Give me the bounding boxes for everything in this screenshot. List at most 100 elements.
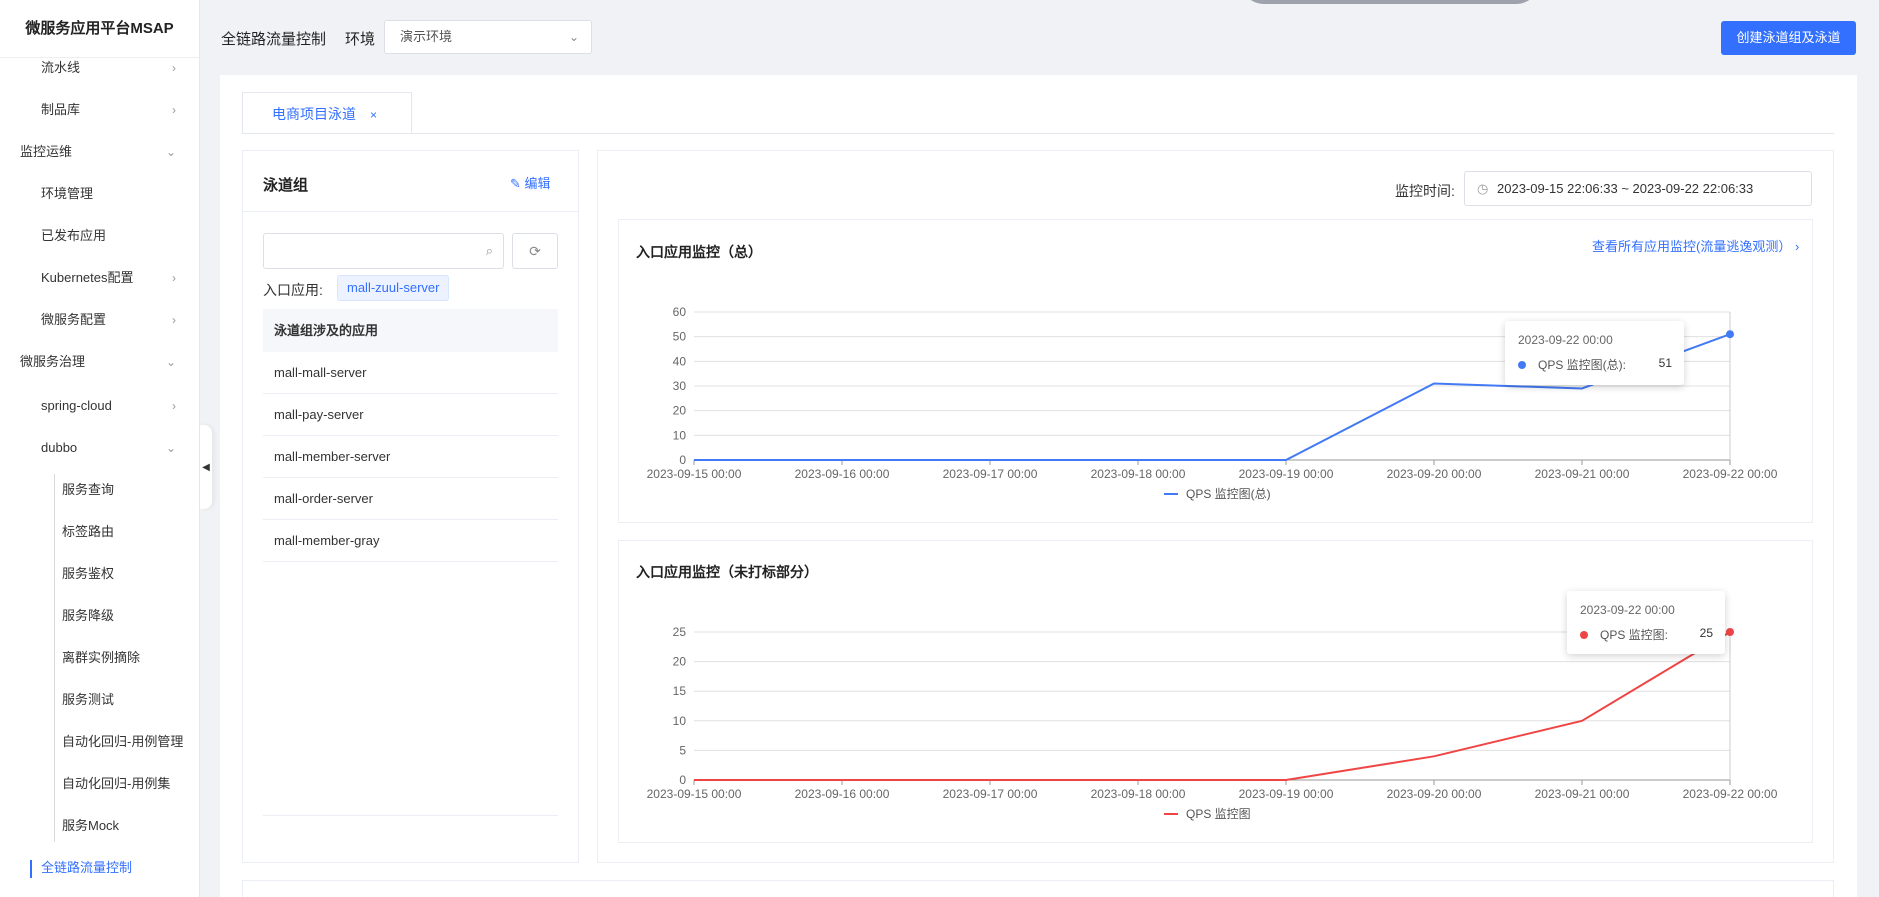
chevron-right-icon: › [172, 313, 176, 327]
chevron-down-icon: ⌄ [165, 145, 176, 159]
y-tick-label: 25 [673, 625, 687, 639]
sidebar-item[interactable]: spring-cloud › [0, 385, 199, 427]
sidebar-item[interactable]: 服务降级 [0, 595, 199, 637]
monitor-time-range-picker[interactable]: ◷ 2023-09-15 22:06:33 ~ 2023-09-22 22:06… [1464, 171, 1812, 206]
sidebar-item-label: 监控运维 [20, 144, 73, 159]
sidebar-item-label: 流水线 [41, 60, 81, 75]
sidebar-item[interactable]: 服务查询 [0, 469, 199, 511]
chart-total-tooltip: 2023-09-22 00:00 QPS 监控图(总): 51 [1505, 321, 1684, 385]
sidebar-item-label: dubbo [41, 440, 78, 455]
sidebar-item-label: 全链路流量控制 [41, 860, 133, 875]
data-point [1726, 628, 1734, 636]
sidebar-item[interactable]: 服务Mock [0, 805, 199, 847]
sidebar-item-label: 环境管理 [41, 186, 94, 201]
env-label: 环境 [345, 31, 376, 48]
app-row: mall-member-server [263, 436, 558, 478]
sidebar-item[interactable]: 服务鉴权 [0, 553, 199, 595]
sidebar-item[interactable]: 监控运维 ⌄ [0, 131, 199, 173]
sidebar-item-label: 离群实例摘除 [62, 650, 141, 665]
sidebar-item-label: 制品库 [41, 102, 81, 117]
lane-group-title: 泳道组 [263, 177, 309, 194]
sidebar-item-label: 微服务配置 [41, 312, 107, 327]
sidebar-item[interactable]: 自动化回归-用例集 [0, 763, 199, 805]
env-select-value: 演示环境 [400, 29, 453, 44]
tooltip-series: QPS 监控图: [1600, 628, 1669, 642]
chevron-down-icon: ⌄ [165, 355, 176, 369]
y-tick-label: 10 [673, 428, 687, 442]
chart-untagged-title: 入口应用监控（未打标部分） [636, 564, 818, 580]
app-row: mall-member-gray [263, 520, 558, 562]
tooltip-time: 2023-09-22 00:00 [1518, 333, 1613, 347]
env-select[interactable]: 演示环境 ⌄ [384, 20, 592, 54]
sidebar-collapse-button[interactable]: ◀ [200, 425, 212, 509]
tab-ecommerce-lane[interactable]: 电商项目泳道 × [242, 92, 412, 134]
app-table: 泳道组涉及的应用 mall-mall-server mall-pay-server… [263, 309, 558, 562]
sidebar-item[interactable]: 环境管理 [0, 173, 199, 215]
entry-app-tag: mall-zuul-server [337, 275, 450, 301]
chart-total-title: 入口应用监控（总） [636, 244, 762, 260]
y-tick-label: 5 [679, 743, 686, 757]
sidebar-item[interactable]: 流水线 › [0, 47, 199, 89]
sidebar-item[interactable]: 全链路流量控制 [0, 847, 199, 889]
create-lane-button[interactable]: 创建泳道组及泳道 [1721, 21, 1856, 55]
x-tick-label: 2023-09-19 00:00 [1239, 467, 1334, 481]
view-all-monitors-link[interactable]: 查看所有应用监控(流量逃逸观测） › [1592, 236, 1799, 255]
tooltip-value: 25 [1699, 626, 1713, 640]
refresh-button[interactable]: ⟳ [512, 233, 558, 269]
edit-label: 编辑 [524, 176, 551, 191]
bottom-card [242, 880, 1834, 897]
sidebar-item-label: 标签路由 [62, 524, 115, 539]
tooltip-series: QPS 监控图(总): [1538, 358, 1627, 372]
sidebar-item-label: 服务测试 [62, 692, 115, 707]
sidebar-item-label: 服务鉴权 [62, 566, 115, 581]
sidebar-item-label: Kubernetes配置 [41, 270, 134, 285]
x-tick-label: 2023-09-15 00:00 [647, 467, 742, 481]
sidebar-item[interactable]: 自动化回归-用例管理 [0, 721, 199, 763]
tab-label: 电商项目泳道 [272, 106, 356, 122]
refresh-icon: ⟳ [529, 243, 541, 259]
search-input[interactable]: ⌕ [263, 233, 504, 269]
x-tick-label: 2023-09-19 00:00 [1239, 787, 1334, 801]
sidebar-item[interactable]: 制品库 › [0, 89, 199, 131]
tooltip-time: 2023-09-22 00:00 [1580, 603, 1675, 617]
x-tick-label: 2023-09-17 00:00 [943, 467, 1038, 481]
sidebar-item-label: 已发布应用 [41, 228, 107, 243]
chevron-right-icon: › [172, 271, 176, 285]
sidebar-item[interactable]: dubbo ⌄ [0, 427, 199, 469]
chevron-right-icon: › [172, 399, 176, 413]
sidebar-item-label: 服务查询 [62, 482, 115, 497]
page-title: 全链路流量控制 [221, 31, 327, 48]
sidebar: 微服务应用平台MSAP 流水线 › 制品库 › 监控运维 ⌄ 环境管理 已发布应用 Kubern… [0, 0, 200, 897]
y-tick-label: 20 [673, 404, 687, 418]
edit-button[interactable]: ✎ 编辑 [510, 173, 551, 192]
sidebar-item[interactable]: 服务测试 [0, 679, 199, 721]
x-tick-label: 2023-09-18 00:00 [1091, 787, 1186, 801]
x-tick-label: 2023-09-17 00:00 [943, 787, 1038, 801]
tooltip-value: 51 [1658, 356, 1672, 370]
chevron-right-icon: › [1794, 239, 1800, 254]
app-row: mall-order-server [263, 478, 558, 520]
sidebar-item[interactable]: 微服务配置 › [0, 299, 199, 341]
y-tick-label: 20 [673, 655, 687, 669]
lane-bottom-divider [263, 815, 558, 816]
lane-divider [243, 211, 578, 212]
x-tick-label: 2023-09-22 00:00 [1683, 787, 1778, 801]
sidebar-item[interactable]: 已发布应用 [0, 215, 199, 257]
sidebar-item-label: 服务降级 [62, 608, 115, 623]
x-tick-label: 2023-09-21 00:00 [1535, 787, 1630, 801]
edit-icon: ✎ [510, 176, 521, 191]
sidebar-item[interactable]: 标签路由 [0, 511, 199, 553]
close-icon[interactable]: × [370, 108, 377, 122]
sidebar-item-label: 服务Mock [62, 818, 120, 833]
sidebar-item[interactable]: Kubernetes配置 › [0, 257, 199, 299]
y-tick-label: 0 [679, 453, 686, 467]
sidebar-item[interactable]: 离群实例摘除 [0, 637, 199, 679]
entry-app-label: 入口应用: [263, 282, 323, 298]
search-icon: ⌕ [485, 243, 493, 258]
x-tick-label: 2023-09-16 00:00 [795, 787, 890, 801]
sidebar-item[interactable]: 微服务治理 ⌄ [0, 341, 199, 383]
sidebar-item-label: 自动化回归-用例集 [62, 776, 171, 791]
y-tick-label: 40 [673, 354, 687, 368]
time-range-value: 2023-09-15 22:06:33 ~ 2023-09-22 22:06:3… [1497, 181, 1754, 196]
app-row: mall-pay-server [263, 394, 558, 436]
